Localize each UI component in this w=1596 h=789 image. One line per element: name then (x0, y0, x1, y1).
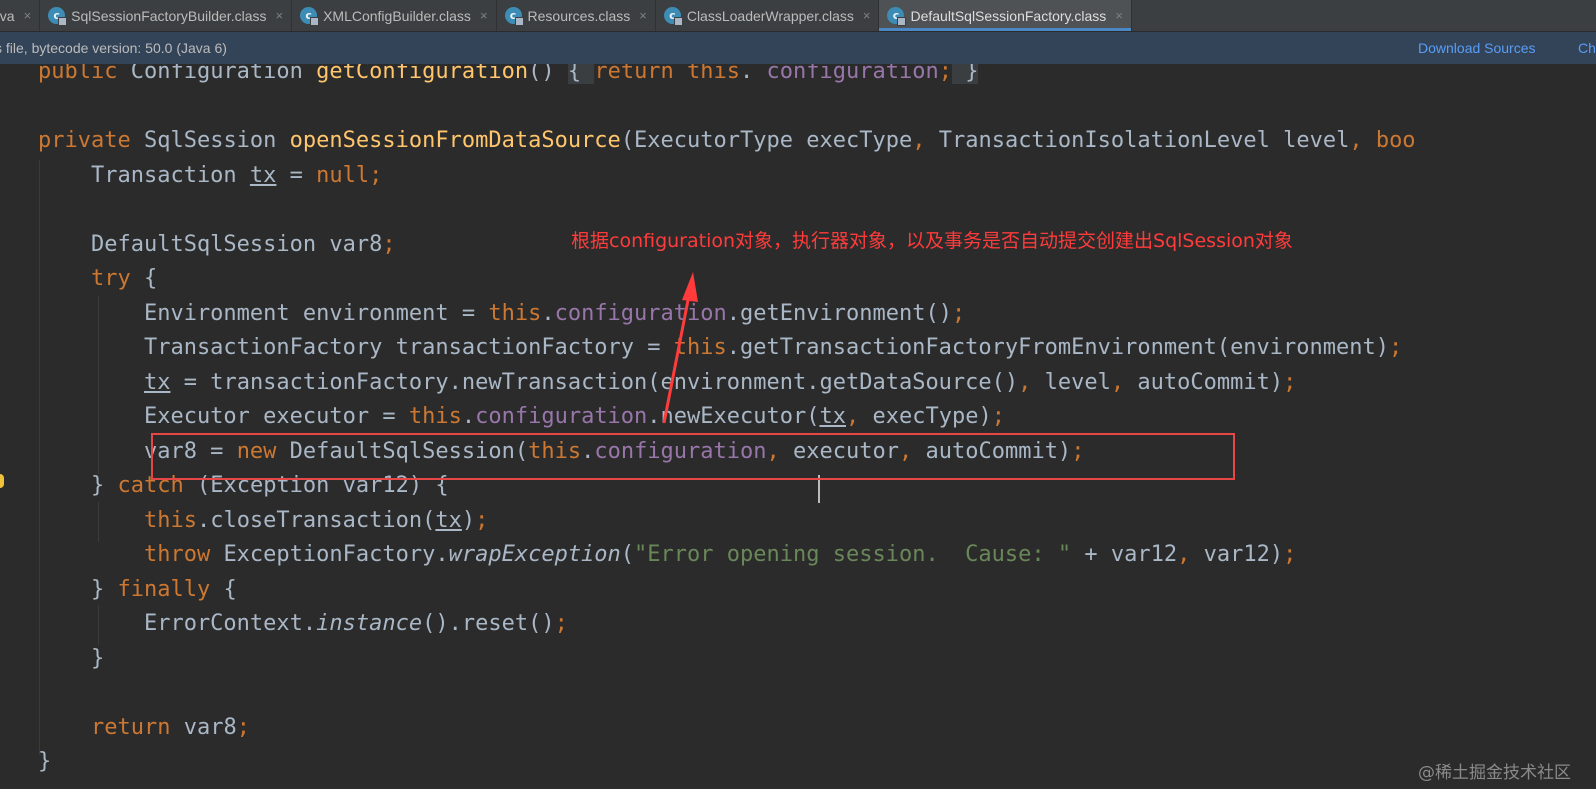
annotation-arrow (662, 272, 698, 424)
watermark: @稀土掘金技术社区 (1418, 763, 1571, 783)
